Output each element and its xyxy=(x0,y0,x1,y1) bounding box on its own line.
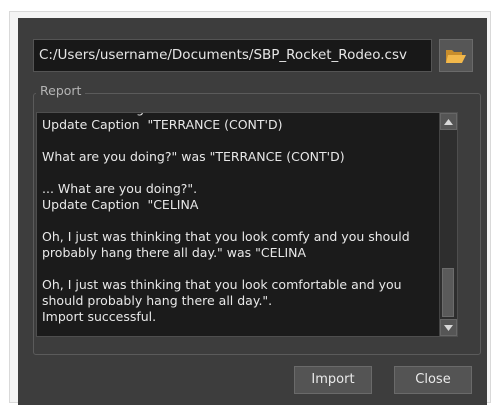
report-log[interactable]: Are we hovering?". Update Caption "TERRA… xyxy=(36,112,458,337)
scrollbar-thumb[interactable] xyxy=(442,268,454,317)
scroll-down-button[interactable] xyxy=(440,319,457,336)
report-group-label: Report xyxy=(36,83,86,99)
arrow-down-icon xyxy=(444,324,453,331)
scroll-up-button[interactable] xyxy=(440,113,457,130)
log-scrollbar[interactable] xyxy=(439,113,457,336)
arrow-up-icon xyxy=(444,118,453,125)
folder-open-icon xyxy=(446,49,466,63)
import-button[interactable]: Import xyxy=(294,366,372,394)
close-button[interactable]: Close xyxy=(394,366,472,394)
browse-button[interactable] xyxy=(439,39,473,72)
file-path-field[interactable]: C:/Users/username/Documents/SBP_Rocket_R… xyxy=(33,39,432,72)
import-captions-dialog: C:/Users/username/Documents/SBP_Rocket_R… xyxy=(18,18,487,405)
report-log-text: Are we hovering?". Update Caption "TERRA… xyxy=(42,113,410,324)
